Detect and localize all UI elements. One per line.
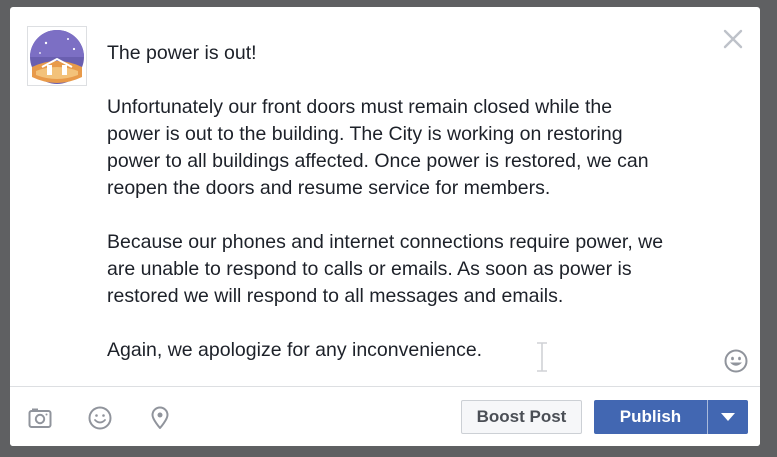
publish-button[interactable]: Publish [594, 400, 707, 434]
location-pin-icon[interactable] [148, 406, 172, 430]
compose-dialog: The power is out! Unfortunately our fron… [10, 7, 760, 446]
caret-down-icon [721, 413, 735, 421]
post-paragraph: Unfortunately our front doors must remai… [107, 96, 649, 199]
boost-post-button[interactable]: Boost Post [461, 400, 582, 434]
page-avatar [27, 26, 87, 86]
publish-button-group: Publish [594, 400, 748, 434]
post-paragraph: The power is out! [107, 42, 257, 64]
publish-options-dropdown[interactable] [708, 400, 748, 434]
camera-icon[interactable] [28, 406, 52, 430]
post-text-area[interactable]: The power is out! Unfortunately our fron… [107, 40, 727, 364]
composer-footer: Boost Post Publish [10, 386, 760, 446]
smiley-icon[interactable] [88, 406, 112, 430]
text-cursor-icon [534, 341, 550, 373]
post-paragraph: Again, we apologize for any inconvenienc… [107, 339, 483, 361]
emoji-icon[interactable] [724, 349, 748, 373]
post-paragraph: Because our phones and internet connecti… [107, 231, 664, 307]
